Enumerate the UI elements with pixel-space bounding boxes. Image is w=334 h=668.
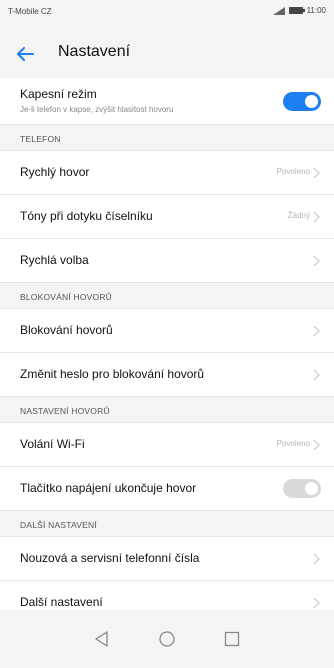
chevron-right-icon [313, 211, 320, 223]
section-header-telefon: TELEFON [0, 125, 334, 151]
settings-list: Kapesní režim Je-li telefon v kapse, zvý… [0, 78, 334, 625]
section-title: DALŠÍ NASTAVENÍ [20, 520, 97, 530]
chevron-right-icon [313, 553, 320, 565]
list-item-nouzova[interactable]: Nouzová a servisní telefonní čísla [0, 537, 334, 581]
list-item-rychly-hovor[interactable]: Rychlý hovor Povoleno [0, 151, 334, 195]
section-title: BLOKOVÁNÍ HOVORŮ [20, 292, 112, 302]
list-item-volani-wifi[interactable]: Volání Wi-Fi Povoleno [0, 423, 334, 467]
back-triangle-icon[interactable] [92, 629, 112, 649]
chevron-right-icon [313, 439, 320, 451]
pocket-mode-label: Kapesní režim [20, 87, 97, 101]
item-label: Nouzová a servisní telefonní čísla [20, 551, 200, 565]
app-bar: Nastavení [0, 30, 334, 78]
section-header-blokovani: BLOKOVÁNÍ HOVORŮ [0, 283, 334, 309]
item-label: Tlačítko napájení ukončuje hovor [20, 481, 197, 495]
item-value: Povoleno [276, 167, 310, 176]
chevron-right-icon [313, 597, 320, 609]
recents-square-icon[interactable] [222, 629, 242, 649]
status-indicators: 11:00 [272, 6, 326, 15]
item-label: Blokování hovorů [20, 323, 113, 337]
list-item-rychla-volba[interactable]: Rychlá volba [0, 239, 334, 283]
item-label: Další nastavení [20, 595, 103, 609]
item-value: Povoleno [276, 439, 310, 448]
home-circle-icon[interactable] [157, 629, 177, 649]
pocket-mode-description: Je-li telefon v kapse, zvýšit hlasitost … [20, 105, 174, 114]
carrier-name: T-Mobile CZ [8, 7, 52, 16]
item-label: Rychlý hovor [20, 165, 90, 179]
chevron-right-icon [313, 255, 320, 267]
section-header-dalsi: DALŠÍ NASTAVENÍ [0, 511, 334, 537]
item-label: Rychlá volba [20, 253, 89, 267]
status-time: 11:00 [306, 6, 326, 15]
page-title: Nastavení [58, 43, 131, 60]
item-value: Žádný [287, 211, 310, 220]
chevron-right-icon [313, 369, 320, 381]
list-item-zmenit-heslo[interactable]: Změnit heslo pro blokování hovorů [0, 353, 334, 397]
list-item-blokovani-hovoru[interactable]: Blokování hovorů [0, 309, 334, 353]
list-item-tony[interactable]: Tóny při dotyku číselníku Žádný [0, 195, 334, 239]
chevron-right-icon [313, 325, 320, 337]
item-label: Změnit heslo pro blokování hovorů [20, 367, 205, 381]
chevron-right-icon [313, 167, 320, 179]
power-button-ends-call-toggle[interactable] [283, 479, 321, 498]
section-title: TELEFON [20, 134, 61, 144]
pocket-mode-toggle[interactable] [283, 92, 321, 111]
pocket-mode-row[interactable]: Kapesní režim Je-li telefon v kapse, zvý… [0, 78, 334, 125]
section-header-nastaveni: NASTAVENÍ HOVORŮ [0, 397, 334, 423]
arrow-left-icon[interactable] [14, 43, 36, 65]
item-label: Volání Wi-Fi [20, 437, 85, 451]
status-bar: T-Mobile CZ 11:00 [0, 0, 334, 30]
signal-icon [272, 6, 285, 15]
battery-icon [288, 7, 305, 14]
section-title: NASTAVENÍ HOVORŮ [20, 406, 110, 416]
system-nav-bar [0, 610, 334, 668]
item-label: Tóny při dotyku číselníku [20, 209, 153, 223]
list-item-tlacitko-napajeni[interactable]: Tlačítko napájení ukončuje hovor [0, 467, 334, 511]
